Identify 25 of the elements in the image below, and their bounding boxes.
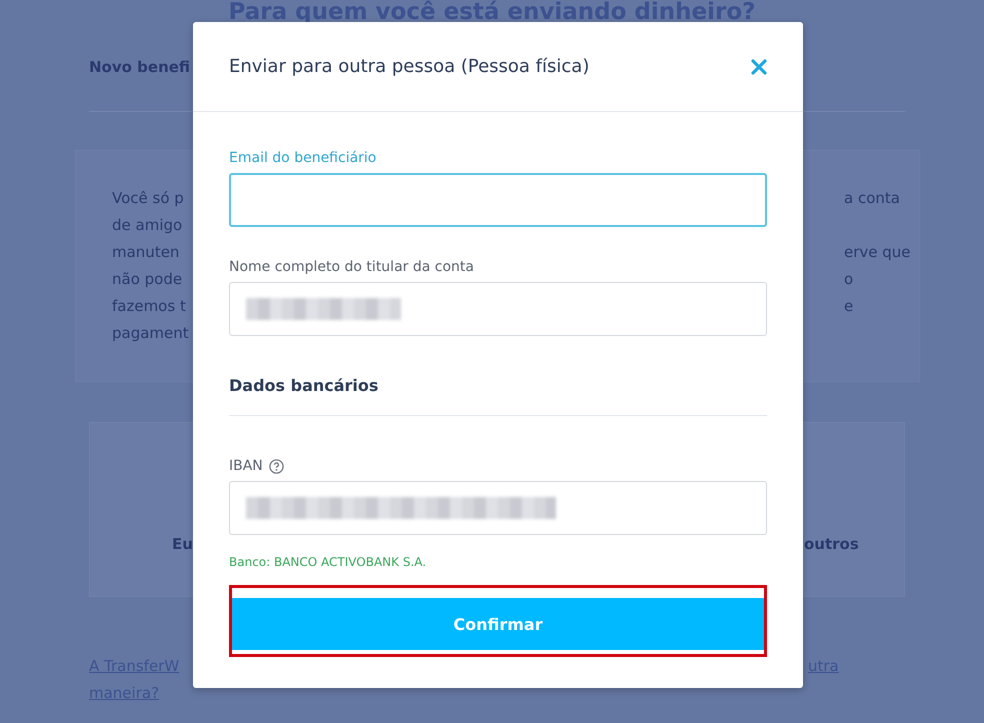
confirm-button[interactable]: Confirmar (232, 598, 764, 650)
close-icon[interactable] (751, 58, 767, 74)
field-label: IBAN (229, 458, 263, 474)
bank-note: Banco: BANCO ACTIVOBANK S.A. (229, 555, 428, 569)
paragraph-fragment: a conta (843, 188, 901, 209)
paragraph-fragment: manuten (112, 242, 180, 263)
field-label: Email do beneficiário (229, 150, 376, 166)
card-text: Eu (171, 534, 194, 555)
paragraph-fragment: e (843, 296, 854, 317)
paragraph-fragment: fazemos t (112, 296, 187, 317)
paragraph-fragment: não pode (112, 269, 184, 290)
section-title: Dados bancários (229, 368, 767, 416)
card-text: outros (804, 534, 860, 555)
tab-label[interactable]: Novo benefi (89, 54, 193, 81)
input-field[interactable] (229, 481, 767, 535)
paragraph-fragment: pagament (112, 323, 190, 344)
field-label: Nome completo do titular da conta (229, 259, 474, 275)
paragraph-fragment: Você só p (112, 188, 185, 209)
input-field[interactable] (229, 173, 767, 227)
paragraph-fragment: de amigo (112, 215, 184, 236)
paragraph-fragment: erve que (843, 242, 912, 263)
paragraph-fragment: o (843, 269, 854, 290)
input-field[interactable] (229, 282, 767, 336)
modal-title: Enviar para outra pessoa (Pessoa física) (229, 56, 590, 77)
help-icon[interactable] (268, 458, 284, 474)
